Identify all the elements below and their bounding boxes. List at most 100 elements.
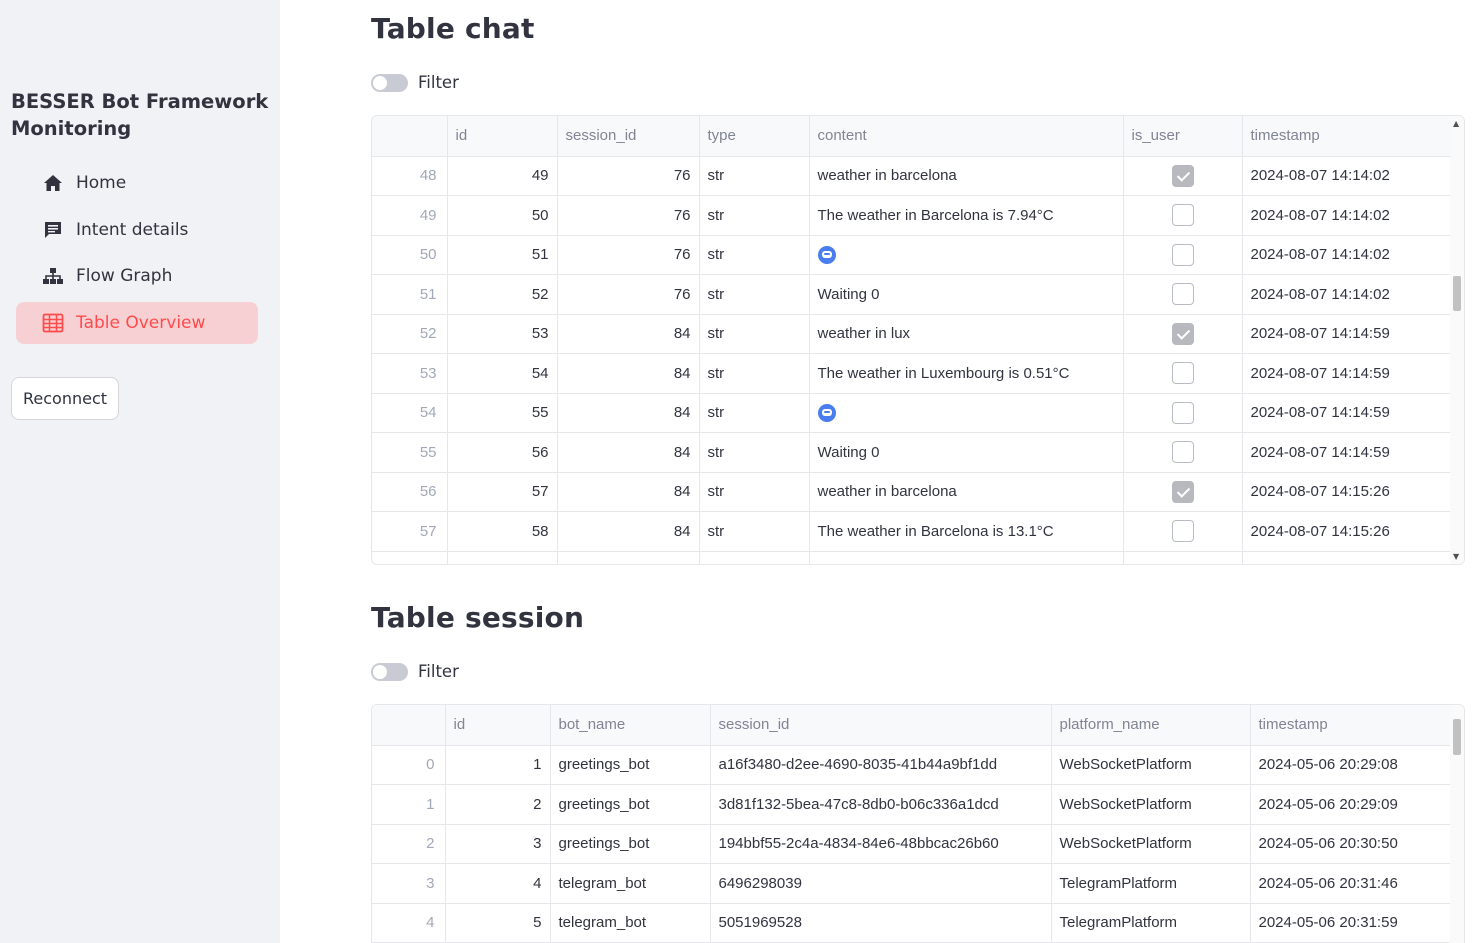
sidebar-item-home[interactable]: Home — [16, 162, 258, 204]
cell-id[interactable]: 3 — [445, 824, 551, 864]
cell-id[interactable]: 55 — [447, 393, 558, 433]
cell-timestamp[interactable]: 2024-08-07 14:14:02 — [1242, 156, 1453, 196]
table-row[interactable]: 52 53 84 str weather in lux 2024-08-07 14:14:… — [372, 314, 1453, 354]
column-header[interactable]: timestamp — [1242, 116, 1453, 157]
cell-id[interactable]: 51 — [447, 235, 558, 275]
column-header[interactable]: id — [445, 705, 551, 746]
cell-content[interactable] — [809, 393, 1124, 433]
cell-session-id[interactable]: 84 — [557, 511, 700, 552]
is-user-checkbox[interactable] — [1171, 480, 1194, 503]
cell-timestamp[interactable]: 2024-05-06 20:29:09 — [1250, 784, 1453, 825]
scroll-up-arrow-icon[interactable]: ▲ — [1453, 119, 1459, 128]
cell-id[interactable]: 54 — [447, 353, 558, 394]
column-header[interactable]: is_user — [1123, 116, 1243, 157]
reconnect-button[interactable]: Reconnect — [11, 377, 119, 420]
table-row[interactable]: 51 52 76 str Waiting 0 2024-08-07 14:14:02 — [372, 274, 1453, 315]
table-row[interactable]: 48 49 76 str weather in barcelona 2024-08-07 … — [372, 156, 1453, 196]
cell-is-user[interactable] — [1123, 472, 1243, 512]
cell-session-id[interactable]: 76 — [557, 235, 700, 275]
cell-session-id[interactable]: a16f3480-d2ee-4690-8035-41b44a9bf1dd — [710, 745, 1052, 785]
column-header[interactable]: session_id — [557, 116, 700, 157]
column-header[interactable] — [372, 705, 446, 746]
cell-content[interactable]: The weather in Barcelona is 13.1°C — [809, 511, 1124, 552]
chat-scroll-thumb[interactable] — [1453, 276, 1461, 311]
table-row[interactable]: 53 54 84 str The weather in Luxembourg is 0.… — [372, 353, 1453, 394]
column-header[interactable]: platform_name — [1051, 705, 1251, 746]
is-user-checkbox[interactable] — [1171, 441, 1194, 464]
table-row[interactable]: 3 4 telegram_bot 6496298039 TelegramPlatform… — [372, 863, 1453, 904]
column-header[interactable]: type — [699, 116, 810, 157]
column-header[interactable] — [372, 116, 448, 157]
cell-id[interactable]: 1 — [445, 745, 551, 785]
table-row[interactable]: 1 2 greetings_bot 3d81f132-5bea-47c8-8db0-b… — [372, 784, 1453, 825]
cell-content[interactable]: weather in lux — [809, 314, 1124, 354]
cell-session-id[interactable]: 84 — [557, 314, 700, 354]
is-user-checkbox[interactable] — [1171, 243, 1194, 266]
cell-id[interactable]: 58 — [447, 511, 558, 552]
cell-timestamp[interactable]: 2024-05-06 20:29:08 — [1250, 745, 1453, 785]
cell-content[interactable]: Waiting 0 — [809, 432, 1124, 473]
cell-id[interactable]: 2 — [445, 784, 551, 825]
cell-is-user[interactable] — [1123, 314, 1243, 354]
cell-content[interactable]: weather in barcelona — [809, 472, 1124, 512]
cell-id[interactable]: 53 — [447, 314, 558, 354]
session-filter-toggle[interactable] — [371, 662, 408, 681]
cell-platform-name[interactable]: WebSocketPlatform — [1051, 784, 1251, 825]
chat-filter-toggle[interactable] — [371, 73, 408, 92]
cell-platform-name[interactable]: TelegramPlatform — [1051, 903, 1251, 943]
cell-type[interactable]: str — [699, 393, 810, 433]
cell-timestamp[interactable]: 2024-08-07 14:14:02 — [1242, 195, 1453, 236]
cell-session-id[interactable]: 76 — [557, 274, 700, 315]
cell-timestamp[interactable]: 2024-08-07 14:14:59 — [1242, 353, 1453, 394]
cell-is-user[interactable] — [1123, 156, 1243, 196]
cell-timestamp[interactable]: 2024-08-07 14:14:02 — [1242, 274, 1453, 315]
table-row[interactable]: 55 56 84 str Waiting 0 2024-08-07 14:14:59 — [372, 432, 1453, 473]
cell-type[interactable]: str — [699, 314, 810, 354]
cell-id[interactable]: 49 — [447, 156, 558, 196]
scroll-down-arrow-icon[interactable]: ▼ — [1453, 552, 1459, 561]
table-row[interactable]: 0 1 greetings_bot a16f3480-d2ee-4690-8035-4… — [372, 745, 1453, 785]
cell-is-user[interactable] — [1123, 235, 1243, 275]
cell-platform-name[interactable]: WebSocketPlatform — [1051, 824, 1251, 864]
column-header[interactable]: id — [447, 116, 558, 157]
column-header[interactable]: bot_name — [550, 705, 711, 746]
cell-timestamp[interactable]: 2024-08-07 14:14:59 — [1242, 393, 1453, 433]
sidebar-item-table-overview[interactable]: Table Overview — [16, 301, 258, 344]
cell-id[interactable]: 50 — [447, 195, 558, 236]
cell-id[interactable]: 4 — [445, 863, 551, 904]
cell-type[interactable]: str — [699, 511, 810, 552]
cell-is-user[interactable] — [1123, 432, 1243, 473]
cell-type[interactable]: str — [699, 432, 810, 473]
cell-session-id[interactable]: 84 — [557, 393, 700, 433]
cell-type[interactable]: str — [699, 156, 810, 196]
cell-session-id[interactable]: 76 — [557, 195, 700, 236]
cell-timestamp[interactable]: 2024-08-07 14:15:26 — [1242, 472, 1453, 512]
is-user-checkbox[interactable] — [1171, 283, 1194, 306]
cell-id[interactable]: 52 — [447, 274, 558, 315]
cell-type[interactable]: str — [699, 472, 810, 512]
chat-table[interactable]: id session_id type content is_user timestamp … — [371, 115, 1465, 565]
cell-session-id[interactable]: 84 — [557, 432, 700, 473]
is-user-checkbox[interactable] — [1171, 164, 1194, 187]
column-header[interactable]: content — [809, 116, 1124, 157]
cell-bot-name[interactable]: greetings_bot — [550, 745, 711, 785]
is-user-checkbox[interactable] — [1171, 204, 1194, 227]
cell-is-user[interactable] — [1123, 195, 1243, 236]
cell-type[interactable]: str — [699, 195, 810, 236]
cell-is-user[interactable] — [1123, 393, 1243, 433]
column-header[interactable]: timestamp — [1250, 705, 1453, 746]
table-row[interactable]: 2 3 greetings_bot 194bbf55-2c4a-4834-84e6-4… — [372, 824, 1453, 864]
column-header[interactable]: session_id — [710, 705, 1052, 746]
cell-content[interactable]: weather in barcelona — [809, 156, 1124, 196]
session-filter-toggle-row[interactable]: Filter — [371, 662, 459, 681]
cell-timestamp[interactable]: 2024-08-07 14:15:26 — [1242, 511, 1453, 552]
cell-session-id[interactable]: 84 — [557, 472, 700, 512]
cell-timestamp[interactable]: 2024-05-06 20:30:50 — [1250, 824, 1453, 864]
cell-is-user[interactable] — [1123, 274, 1243, 315]
cell-timestamp[interactable]: 2024-08-07 14:14:59 — [1242, 432, 1453, 473]
table-row[interactable]: 54 55 84 str 2024-08-07 14:14:59 — [372, 393, 1453, 433]
cell-bot-name[interactable]: greetings_bot — [550, 784, 711, 825]
cell-timestamp[interactable]: 2024-05-06 20:31:46 — [1250, 863, 1453, 904]
table-row[interactable]: 50 51 76 str 2024-08-07 14:14:02 — [372, 235, 1453, 275]
cell-timestamp[interactable]: 2024-05-06 20:31:59 — [1250, 903, 1453, 943]
